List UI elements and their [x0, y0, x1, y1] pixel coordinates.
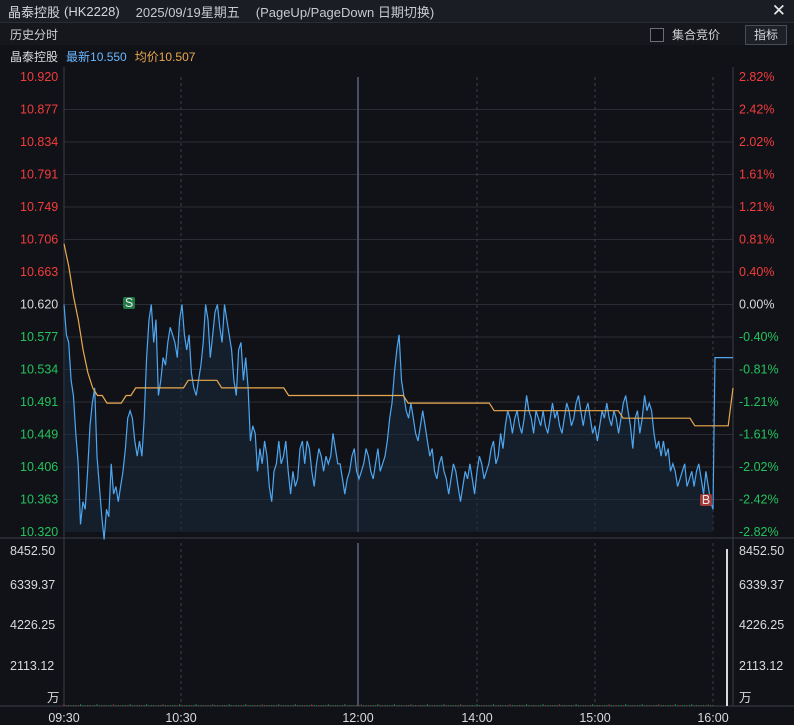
price-tick-label: 10.363 [20, 493, 58, 507]
time-tick-label: 09:30 [48, 711, 79, 725]
volume-tick-label: 6339.37 [10, 578, 55, 592]
volume-unit-left: 万 [47, 691, 60, 705]
buy-marker-label: B [702, 493, 710, 507]
volume-tick-label: 8452.50 [10, 544, 55, 558]
price-tick-label: 10.406 [20, 460, 58, 474]
percent-tick-label: -1.21% [739, 395, 779, 409]
price-tick-label: 10.877 [20, 103, 58, 117]
volume-tick-label-right: 8452.50 [739, 544, 784, 558]
price-tick-label: 10.320 [20, 525, 58, 539]
percent-tick-label: -0.40% [739, 330, 779, 344]
percent-tick-label: -2.42% [739, 493, 779, 507]
time-tick-label: 12:00 [342, 711, 373, 725]
percent-tick-label: 2.82% [739, 70, 774, 84]
percent-tick-label: 2.02% [739, 135, 774, 149]
price-tick-label: 10.620 [20, 298, 58, 312]
time-tick-label: 14:00 [461, 711, 492, 725]
price-tick-label: 10.920 [20, 70, 58, 84]
time-tick-label: 10:30 [165, 711, 196, 725]
percent-tick-label: 0.81% [739, 233, 774, 247]
volume-tick-label-right: 6339.37 [739, 578, 784, 592]
percent-tick-label: 2.42% [739, 103, 774, 117]
price-tick-label: 10.577 [20, 330, 58, 344]
volume-tick-label-right: 4226.25 [739, 618, 784, 632]
volume-tick-label: 2113.12 [10, 659, 54, 673]
price-tick-label: 10.491 [20, 395, 58, 409]
percent-tick-label: -0.81% [739, 363, 779, 377]
price-tick-label: 10.663 [20, 265, 58, 279]
price-tick-label: 10.749 [20, 200, 58, 214]
percent-tick-label: 1.61% [739, 168, 774, 182]
percent-tick-label: -1.61% [739, 428, 779, 442]
intraday-chart[interactable]: 10.920 2.82% 10.877 2.42% 10.834 2.02% 10.791 1… [0, 0, 794, 725]
percent-tick-label: -2.02% [739, 460, 779, 474]
price-tick-label: 10.791 [20, 168, 58, 182]
percent-tick-label: 0.00% [739, 298, 774, 312]
time-tick-label: 15:00 [579, 711, 610, 725]
price-tick-label: 10.449 [20, 428, 58, 442]
percent-tick-label: 0.40% [739, 265, 774, 279]
volume-unit-right: 万 [739, 691, 752, 705]
volume-tick-label-right: 2113.12 [739, 659, 783, 673]
sell-marker-label: S [125, 296, 133, 310]
price-tick-label: 10.706 [20, 233, 58, 247]
volume-tick-label: 4226.25 [10, 618, 55, 632]
percent-tick-label: 1.21% [739, 200, 774, 214]
percent-tick-label: -2.82% [739, 525, 779, 539]
price-tick-label: 10.534 [20, 363, 58, 377]
time-tick-label: 16:00 [697, 711, 728, 725]
price-tick-label: 10.834 [20, 135, 58, 149]
